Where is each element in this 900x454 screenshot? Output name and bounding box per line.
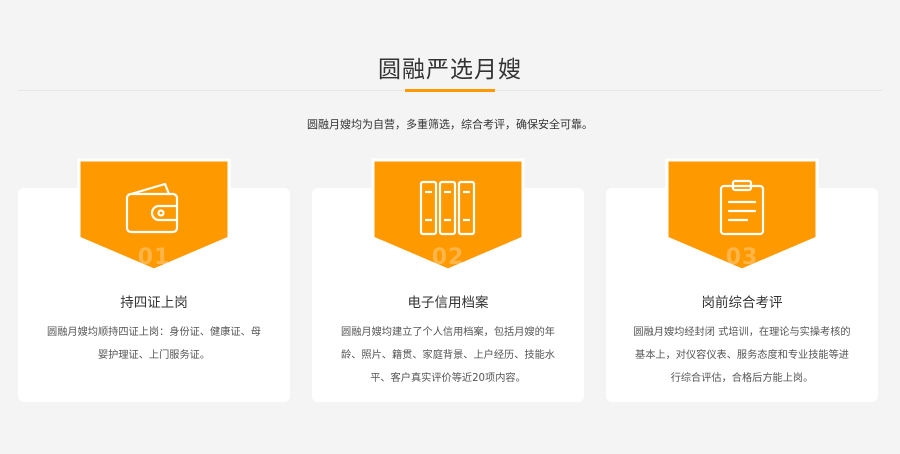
section-subtitle: 圆融月嫂均为自营，多重筛选，综合考评，确保安全可靠。 xyxy=(307,118,593,131)
card-number: 03 xyxy=(725,245,759,270)
card-title: 持四证上岗 xyxy=(120,295,188,311)
card-badge: 02 xyxy=(371,158,525,272)
binders-icon xyxy=(419,180,476,236)
clipboard-icon xyxy=(719,179,765,236)
title-divider-accent xyxy=(405,89,495,92)
card-badge: 01 xyxy=(77,158,231,272)
card-number: 02 xyxy=(431,245,465,270)
card-title: 电子信用档案 xyxy=(407,295,489,311)
card-description: 圆融月嫂均经封闭 式培训，在理论与实操考核的基本上，对仪容仪表、服务态度和专业技… xyxy=(633,327,851,384)
card-number: 01 xyxy=(137,245,171,270)
card-badge: 03 xyxy=(665,158,819,272)
card-description: 圆融月嫂均顺持四证上岗：身份证、健康证、母婴护理证、上门服务证。 xyxy=(47,327,261,361)
card-description: 圆融月嫂均建立了个人信用档案，包括月嫂的年龄、照片、籍贯、家庭背景、上户经历、技… xyxy=(341,327,555,384)
section-title: 圆融严选月嫂 xyxy=(378,57,522,83)
card-title: 岗前综合考评 xyxy=(701,295,783,311)
wallet-icon xyxy=(125,182,179,234)
page: 圆融严选月嫂 圆融月嫂均为自营，多重筛选，综合考评，确保安全可靠。 持四证上岗 … xyxy=(0,0,900,454)
